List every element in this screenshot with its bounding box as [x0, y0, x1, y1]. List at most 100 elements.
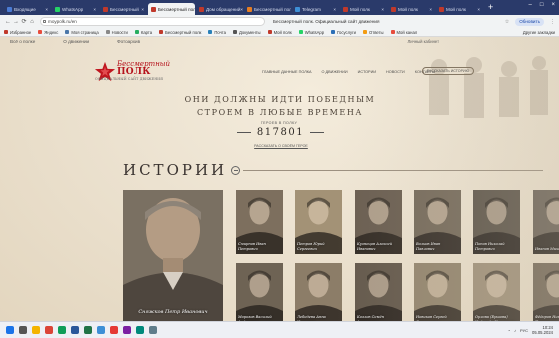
tab-close-icon[interactable]: × [240, 7, 243, 12]
url-input[interactable]: moypolk.ru/en [40, 17, 265, 26]
bookmark-favicon-icon [4, 30, 8, 34]
bookmark-item[interactable]: Карта [134, 30, 152, 35]
explorer-icon[interactable] [32, 326, 40, 334]
forward-icon[interactable]: → [12, 19, 20, 25]
bookmark-item[interactable]: Документы [232, 30, 261, 35]
portrait-photo [355, 263, 402, 321]
story-card[interactable]: Морозов Василий Андреевич [236, 263, 283, 321]
bookmark-item[interactable]: Бессмертный полк [159, 30, 201, 35]
wifi-icon[interactable]: ◔ [508, 328, 510, 333]
bookmark-label: Госуслуги [337, 29, 357, 35]
tab-close-icon[interactable]: × [93, 7, 96, 12]
new-tab-icon[interactable]: + [488, 2, 493, 15]
browser-tab[interactable]: Бессмертный полк× [148, 3, 195, 15]
other-bookmarks-folder[interactable]: Другие закладки [523, 30, 555, 35]
yandex-icon[interactable] [110, 326, 118, 334]
bookmark-favicon-icon [38, 30, 43, 34]
bookmark-favicon-icon [159, 30, 164, 34]
home-icon[interactable]: ⌂ [28, 19, 36, 25]
bookmark-favicon-icon [298, 30, 303, 34]
tab-close-icon[interactable]: × [477, 7, 480, 12]
bookmark-item[interactable]: Ответы [363, 30, 384, 35]
bookmarks-bar: Избранное Яндекс Моя страница Новости Карта Б… [0, 28, 559, 37]
top-link[interactable]: Фотоархив [117, 39, 140, 44]
story-card[interactable]: Новиков Сергей Степанович [414, 263, 461, 321]
volume-icon[interactable]: ♪ [514, 328, 516, 333]
browser-tab[interactable]: Мой полк × [436, 3, 483, 15]
minimize-icon[interactable]: – [529, 2, 532, 8]
star-icon[interactable]: ☆ [505, 19, 509, 25]
story-card[interactable]: Волков Иван Павлович [414, 190, 461, 254]
browser-tab[interactable]: Входящие × [4, 3, 51, 15]
site-top-links: Всё о полке О движении Фотоархив [10, 39, 140, 44]
story-card[interactable]: Козлов Семён Алексеевич [355, 263, 402, 321]
mail-icon[interactable] [123, 326, 131, 334]
close-window-icon[interactable]: × [551, 2, 555, 8]
portrait-photo [533, 190, 559, 254]
story-card[interactable]: Иванов Михаил Ильич [533, 190, 559, 254]
story-card[interactable]: Лебедева Анна Ивановна [295, 263, 342, 321]
story-card[interactable]: Смирнов Иван Петрович [236, 190, 283, 254]
tab-close-icon[interactable]: × [381, 7, 384, 12]
bookmark-item[interactable]: Почта [208, 30, 226, 35]
tab-close-icon[interactable]: × [429, 7, 432, 12]
browser-tab[interactable]: Бессмертный полк× [244, 3, 291, 15]
bookmark-item[interactable]: Избранное [4, 30, 31, 35]
search-icon[interactable] [19, 326, 27, 334]
story-name: Кузнецов Алексей Иванович [357, 242, 392, 251]
top-link[interactable]: О движении [63, 39, 89, 44]
chrome-icon[interactable] [45, 326, 53, 334]
story-card[interactable]: Кузнецов Алексей Иванович [355, 190, 402, 254]
top-link[interactable]: Всё о полке [10, 39, 35, 44]
language-indicator[interactable]: РУС [520, 328, 528, 333]
tab-close-icon[interactable]: × [141, 7, 144, 12]
browser-tab[interactable]: Telegram × [292, 3, 339, 15]
nav-item[interactable]: ГЛАВНЫЕ ДАННЫЕ ПОЛКА [262, 70, 312, 74]
story-card[interactable]: Попов Николай Петрович [473, 190, 520, 254]
nav-item[interactable]: О ДВИЖЕНИИ [322, 70, 348, 74]
tell-about-hero-link[interactable]: РАССКАЗАТЬ О СВОЁМ ГЕРОЕ [248, 144, 314, 148]
tab-favicon-icon [103, 6, 108, 12]
clock[interactable]: 10:24 05.05.2024 [532, 325, 553, 335]
excel-icon[interactable] [84, 326, 92, 334]
word-icon[interactable] [71, 326, 79, 334]
bookmark-item[interactable]: Мой канал [390, 30, 417, 35]
story-card[interactable]: Фёдоров Николай Петрович [533, 263, 559, 321]
bookmark-item[interactable]: Госуслуги [331, 30, 356, 35]
bookmark-item[interactable]: Яндекс [38, 30, 58, 35]
tab-close-icon[interactable]: × [333, 7, 336, 12]
bookmark-item[interactable]: Моя страница [65, 30, 99, 35]
maximize-icon[interactable]: □ [540, 2, 544, 8]
bookmark-item[interactable]: Новости [105, 30, 128, 35]
settings-icon[interactable] [149, 326, 157, 334]
browser-tab[interactable]: Бессмертный × [100, 3, 147, 15]
start-icon[interactable] [6, 326, 14, 334]
tab-label: Мой полк [446, 6, 466, 12]
edge-icon[interactable] [58, 326, 66, 334]
bookmark-item[interactable]: WhatsApp [298, 30, 324, 35]
collapse-icon[interactable] [231, 165, 241, 175]
stories-title: ИСТОРИИ [123, 161, 228, 179]
menu-icon[interactable]: ⋮ [550, 19, 555, 25]
story-name: Волков Иван Павлович [416, 242, 441, 251]
reload-icon[interactable]: ⟳ [20, 18, 28, 25]
site-logo[interactable]: Бессмертный ПОЛК ОФИЦИАЛЬНЫЙ САЙТ ДВИЖЕН… [94, 61, 170, 83]
nav-item[interactable]: ИСТОРИИ [358, 70, 376, 74]
browser-tab[interactable]: WhatsApp × [52, 3, 99, 15]
divider [236, 131, 251, 133]
bookmark-item[interactable]: Мой полк [267, 30, 292, 35]
browser-tab[interactable]: Мой полк × [340, 3, 387, 15]
nav-item[interactable]: НОВОСТИ [386, 70, 405, 74]
back-icon[interactable]: ← [4, 19, 12, 25]
telegram-icon[interactable] [97, 326, 105, 334]
browser-tab[interactable]: Дом обращений × [196, 3, 243, 15]
browser-tab[interactable]: Мой полк × [388, 3, 435, 15]
featured-story-card[interactable]: Сняжков Петр Иванович [123, 190, 223, 321]
story-card[interactable]: Петров Юрий Сергеевич [295, 190, 342, 254]
update-button[interactable]: Обновить [515, 17, 544, 26]
account-link[interactable]: Личный кабинет [407, 39, 439, 44]
tab-close-icon[interactable]: × [45, 7, 48, 12]
story-card[interactable]: Орлова (Ершова) Надежда Ильинична [473, 263, 520, 321]
photos-icon[interactable] [136, 326, 144, 334]
tell-story-button[interactable]: РАССКАЗАТЬ ИСТОРИЮ [422, 67, 474, 75]
